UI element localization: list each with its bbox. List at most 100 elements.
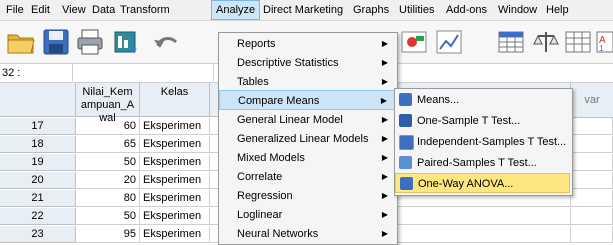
- cell-nilai[interactable]: 65: [76, 136, 140, 153]
- submenu-item-label: Paired-Samples T Test...: [417, 157, 537, 169]
- dialog-recall-icon[interactable]: [110, 26, 142, 58]
- save-icon[interactable]: [40, 26, 72, 58]
- value-labels-icon[interactable]: A 1: [596, 26, 613, 58]
- open-folder-icon[interactable]: [5, 26, 37, 58]
- row-number[interactable]: 18: [0, 136, 76, 153]
- menu-item-descriptive-statistics[interactable]: Descriptive Statistics ▶: [219, 53, 397, 73]
- cell-empty[interactable]: [571, 118, 613, 135]
- independent-t-test-icon: [399, 135, 414, 150]
- grid-icon[interactable]: [495, 26, 527, 58]
- menu-item-label: Tables: [237, 76, 269, 88]
- cell-kelas[interactable]: Eksperimen: [140, 154, 210, 171]
- row-number[interactable]: 22: [0, 208, 76, 225]
- menu-item-label: Reports: [237, 38, 276, 50]
- corner-header: [0, 83, 76, 117]
- column-header-var[interactable]: var: [571, 83, 613, 118]
- cell-nilai[interactable]: 50: [76, 208, 140, 225]
- row-number[interactable]: 19: [0, 154, 76, 171]
- cell-empty[interactable]: [571, 154, 613, 171]
- menu-item-label: Generalized Linear Models: [237, 133, 369, 145]
- cell-nilai[interactable]: 50: [76, 154, 140, 171]
- cell-kelas[interactable]: Eksperimen: [140, 118, 210, 135]
- cell-reference: 32 :: [2, 67, 21, 79]
- cell-empty[interactable]: [571, 226, 613, 243]
- means-icon: [399, 93, 412, 106]
- print-icon[interactable]: [74, 26, 106, 58]
- menu-item-label: General Linear Model: [237, 114, 343, 126]
- menu-item-general-linear-model[interactable]: General Linear Model ▶: [219, 110, 397, 130]
- submenu-item-independent-samples-t-test[interactable]: Independent-Samples T Test...: [395, 132, 570, 152]
- menu-item-label: Regression: [237, 190, 293, 202]
- cell-kelas[interactable]: Eksperimen: [140, 172, 210, 189]
- menu-item-label: Mixed Models: [237, 152, 305, 164]
- chevron-right-icon: ▶: [381, 153, 388, 162]
- menu-file[interactable]: File: [2, 0, 28, 20]
- cell-nilai[interactable]: 80: [76, 190, 140, 207]
- submenu-item-one-way-anova[interactable]: One-Way ANOVA...: [395, 173, 570, 193]
- menu-item-regression[interactable]: Regression ▶: [219, 186, 397, 206]
- submenu-item-one-sample-t-test[interactable]: One-Sample T Test...: [395, 111, 570, 131]
- submenu-item-label: One-Way ANOVA...: [418, 178, 514, 190]
- menu-item-reports[interactable]: Reports ▶: [219, 34, 397, 54]
- submenu-item-label: Independent-Samples T Test...: [417, 136, 567, 148]
- cell-empty[interactable]: [571, 208, 613, 225]
- menu-item-neural-networks[interactable]: Neural Networks ▶: [219, 224, 397, 244]
- scale-icon[interactable]: [530, 26, 562, 58]
- row-number[interactable]: 17: [0, 118, 76, 135]
- menu-graphs[interactable]: Graphs: [349, 0, 393, 20]
- menu-item-label: Correlate: [237, 171, 283, 183]
- paired-t-test-icon: [399, 156, 412, 169]
- cell-kelas[interactable]: Eksperimen: [140, 226, 210, 243]
- menu-item-tables[interactable]: Tables ▶: [219, 72, 397, 92]
- menu-analyze[interactable]: Analyze: [211, 0, 261, 20]
- menu-item-label: Loglinear: [237, 209, 283, 221]
- menu-window[interactable]: Window: [494, 0, 541, 20]
- cell-nilai[interactable]: 20: [76, 172, 140, 189]
- cell-empty[interactable]: [571, 136, 613, 153]
- menu-data[interactable]: Data: [88, 0, 119, 20]
- cell-empty[interactable]: [571, 190, 613, 207]
- chart-icon[interactable]: [433, 26, 465, 58]
- menu-item-loglinear[interactable]: Loglinear ▶: [219, 205, 397, 225]
- menu-item-compare-means[interactable]: Compare Means ▶: [219, 90, 397, 110]
- menu-help[interactable]: Help: [542, 0, 573, 20]
- menu-utilities[interactable]: Utilities: [395, 0, 438, 20]
- compare-means-submenu: Means... One-Sample T Test... Independen…: [394, 88, 573, 196]
- column-header-nilai[interactable]: Nilai_Kemampuan_Awal: [76, 83, 140, 124]
- undo-icon[interactable]: [150, 26, 182, 58]
- row-number[interactable]: 23: [0, 226, 76, 243]
- menu-item-label: Descriptive Statistics: [237, 57, 339, 69]
- cell-nilai[interactable]: 60: [76, 118, 140, 135]
- cell-empty[interactable]: [571, 172, 613, 189]
- cell-value-field[interactable]: [72, 64, 214, 81]
- svg-text:1: 1: [599, 44, 604, 53]
- menu-item-generalized-linear-models[interactable]: Generalized Linear Models ▶: [219, 129, 397, 149]
- t-test-icon: [399, 114, 412, 127]
- row-number[interactable]: 21: [0, 190, 76, 207]
- submenu-item-paired-samples-t-test[interactable]: Paired-Samples T Test...: [395, 153, 570, 173]
- menu-item-label: Neural Networks: [237, 228, 319, 240]
- submenu-item-label: Means...: [417, 94, 460, 106]
- menu-transform[interactable]: Transform: [116, 0, 174, 20]
- column-header-kelas[interactable]: Kelas: [140, 83, 210, 117]
- column-header-label: var: [584, 94, 600, 106]
- cell-kelas[interactable]: Eksperimen: [140, 136, 210, 153]
- cell-nilai[interactable]: 95: [76, 226, 140, 243]
- menu-item-correlate[interactable]: Correlate ▶: [219, 167, 397, 187]
- menu-view[interactable]: View: [58, 0, 90, 20]
- cell-kelas[interactable]: Eksperimen: [140, 208, 210, 225]
- cell-kelas[interactable]: Eksperimen: [140, 190, 210, 207]
- row-number[interactable]: 20: [0, 172, 76, 189]
- chevron-right-icon: ▶: [381, 191, 388, 200]
- select-cases-icon[interactable]: [398, 26, 430, 58]
- analyze-menu: Reports ▶ Descriptive Statistics ▶ Tables ▶…: [218, 32, 398, 245]
- table-icon[interactable]: [562, 26, 594, 58]
- column-header-label: Kelas: [160, 86, 189, 98]
- menu-direct-marketing[interactable]: Direct Marketing: [259, 0, 347, 20]
- menu-item-mixed-models[interactable]: Mixed Models ▶: [219, 148, 397, 168]
- menu-edit[interactable]: Edit: [27, 0, 54, 20]
- menu-item-label: Compare Means: [238, 95, 320, 107]
- chevron-right-icon: ▶: [381, 172, 388, 181]
- menu-add-ons[interactable]: Add-ons: [442, 0, 491, 20]
- submenu-item-means[interactable]: Means...: [395, 90, 570, 110]
